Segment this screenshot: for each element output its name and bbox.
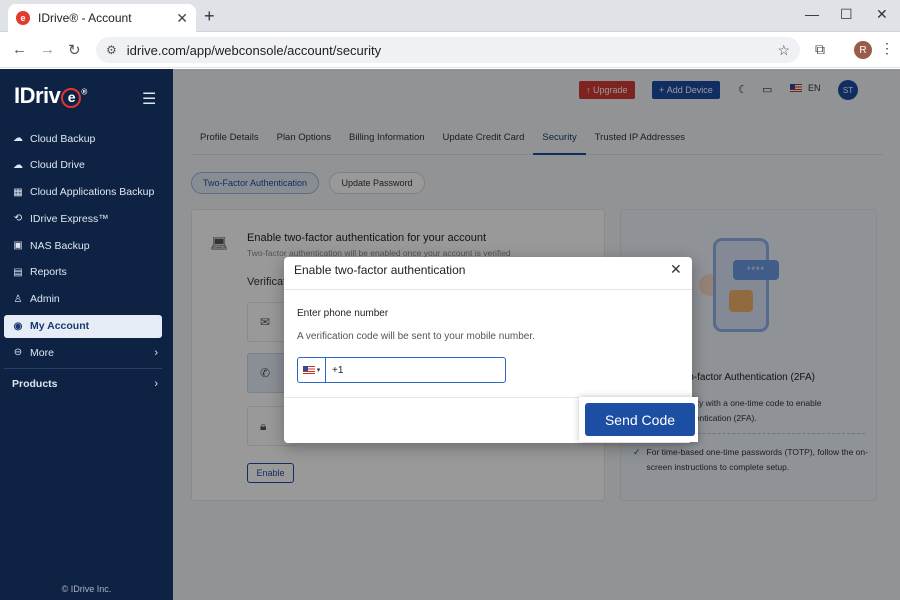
- forward-icon[interactable]: →: [40, 41, 55, 58]
- address-bar: ← → ↻ ⚙ idrive.com/app/webconsole/accoun…: [0, 32, 900, 68]
- sidebar-item-admin[interactable]: ♙ Admin: [4, 288, 162, 311]
- sidebar-item-label: NAS Backup: [30, 239, 90, 252]
- logo-e: e: [61, 88, 82, 108]
- nas-icon: ▣: [13, 240, 23, 252]
- idrive-favicon-icon: e: [16, 11, 30, 25]
- url-text: idrive.com/app/webconsole/account/securi…: [126, 42, 382, 58]
- phone-description: A verification code will be sent to your…: [297, 331, 535, 342]
- sidebar-divider: [4, 368, 162, 370]
- copyright-text: © IDrive Inc.: [61, 584, 112, 594]
- sidebar-item-label: Cloud Applications Backup: [30, 186, 155, 199]
- sidebar-item-label: My Account: [30, 320, 90, 333]
- phone-number-input[interactable]: [326, 364, 505, 376]
- browser-tab[interactable]: e IDrive® - Account ✕: [8, 4, 196, 32]
- sidebar-item-label: More: [30, 346, 54, 359]
- sidebar-item-cloud-drive[interactable]: ☁ Cloud Drive: [4, 154, 162, 177]
- window-close-icon[interactable]: ✕: [876, 6, 888, 23]
- modal-title: Enable two-factor authentication: [294, 263, 466, 277]
- admin-icon: ♙: [13, 293, 23, 305]
- sidebar-item-more[interactable]: ⊖ More ›: [4, 341, 162, 364]
- modal-close-icon[interactable]: ✕: [670, 261, 682, 278]
- sidebar-item-cloud-backup[interactable]: ☁ Cloud Backup: [4, 127, 162, 150]
- sidebar-item-label: Cloud Drive: [30, 159, 85, 172]
- sidebar-item-my-account[interactable]: ◉ My Account: [4, 314, 162, 338]
- phone-input-group: ▾: [297, 357, 506, 383]
- profile-avatar[interactable]: R: [854, 41, 872, 59]
- browser-menu-icon[interactable]: ⋮: [880, 40, 894, 57]
- sidebar-item-label: Admin: [30, 293, 60, 306]
- express-icon: ⟲: [13, 213, 23, 225]
- chevron-right-icon: ›: [154, 346, 158, 359]
- bookmark-star-icon[interactable]: ☆: [777, 42, 790, 59]
- sidebar-item-label: Reports: [30, 266, 67, 279]
- maximize-icon[interactable]: ☐: [840, 6, 853, 23]
- site-settings-icon[interactable]: ⚙: [106, 43, 117, 57]
- browser-tabbar: e IDrive® - Account ✕ + — ☐ ✕: [0, 0, 900, 32]
- cloud-upload-icon: ☁: [13, 133, 23, 144]
- us-flag-icon: [302, 366, 315, 374]
- reload-icon[interactable]: ↻: [68, 41, 81, 59]
- account-icon: ◉: [13, 320, 23, 332]
- sidebar-item-label: Cloud Backup: [30, 132, 96, 145]
- sidebar-item-reports[interactable]: ▤ Reports: [4, 261, 162, 284]
- close-tab-icon[interactable]: ✕: [176, 10, 188, 27]
- new-tab-icon[interactable]: +: [204, 6, 215, 27]
- sidebar-item-cloud-apps-backup[interactable]: ▦ Cloud Applications Backup: [4, 181, 162, 204]
- chevron-right-icon: ›: [154, 378, 158, 391]
- logo-text: IDriv: [14, 83, 61, 108]
- chevron-down-icon: ▾: [316, 367, 321, 374]
- apps-icon: ▦: [13, 186, 23, 198]
- sidebar-item-idrive-express[interactable]: ⟲ IDrive Express™: [4, 207, 162, 230]
- sidebar-item-label: IDrive Express™: [30, 212, 109, 225]
- tab-title: IDrive® - Account: [38, 11, 132, 25]
- idrive-logo[interactable]: IDriv e ®: [14, 83, 87, 109]
- hamburger-menu-icon[interactable]: ☰: [142, 89, 156, 109]
- extensions-icon[interactable]: ⧉: [815, 41, 825, 58]
- url-field[interactable]: ⚙ idrive.com/app/webconsole/account/secu…: [96, 37, 800, 63]
- sidebar-menu: ☁ Cloud Backup ☁ Cloud Drive ▦ Cloud Applic…: [4, 127, 162, 395]
- more-icon: ⊖: [13, 347, 23, 359]
- send-code-button[interactable]: Send Code: [585, 403, 695, 436]
- reports-icon: ▤: [13, 266, 23, 278]
- sidebar-products[interactable]: Products ›: [4, 373, 162, 395]
- products-label: Products: [12, 378, 58, 391]
- sidebar: IDriv e ® ☰ ☁ Cloud Backup ☁ Cloud Drive ▦ Cl…: [0, 69, 173, 600]
- phone-label: Enter phone number: [297, 308, 389, 319]
- modal-divider: [284, 289, 692, 290]
- back-icon[interactable]: ←: [12, 41, 27, 58]
- country-code-dropdown[interactable]: ▾: [298, 358, 326, 382]
- sidebar-item-nas-backup[interactable]: ▣ NAS Backup: [4, 234, 162, 257]
- minimize-icon[interactable]: —: [805, 6, 819, 22]
- cloud-sync-icon: ☁: [13, 159, 23, 171]
